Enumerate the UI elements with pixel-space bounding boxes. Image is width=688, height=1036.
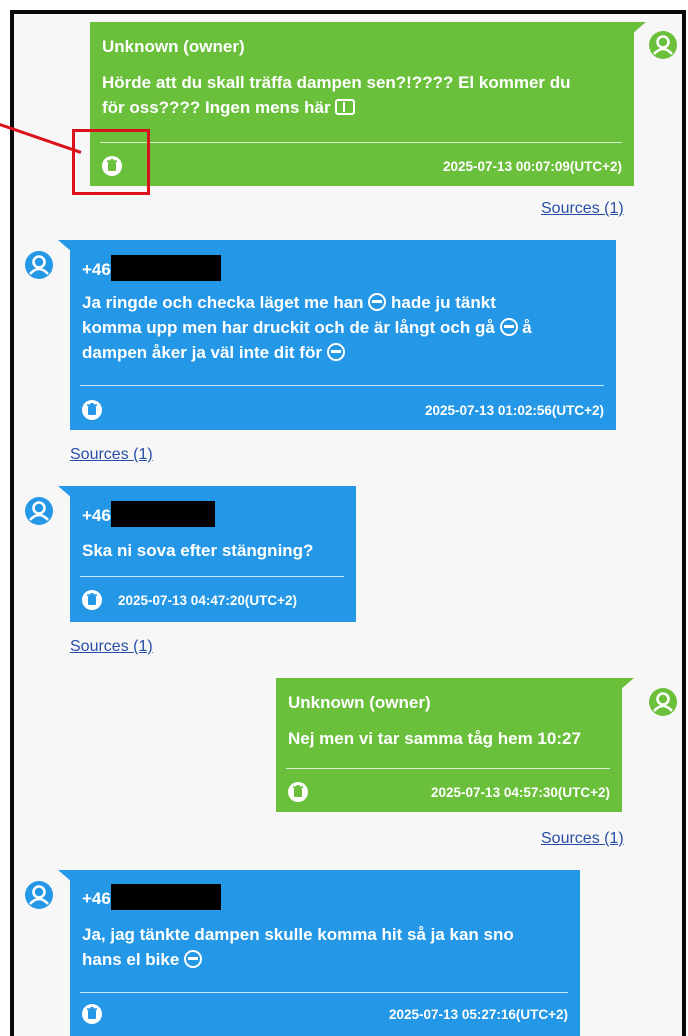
emoji-icon <box>499 318 518 336</box>
owner-avatar-icon <box>648 687 678 717</box>
message-sender: Unknown (owner) <box>288 693 431 712</box>
message-divider <box>80 992 568 993</box>
contact-avatar-icon <box>24 250 54 280</box>
annotation-highlight-box <box>72 129 150 195</box>
contact-avatar-icon <box>24 496 54 526</box>
emoji-icon <box>368 293 387 311</box>
message-text-line: Ja ringde och checka läget me han hade j… <box>82 290 604 315</box>
emoji-icon <box>326 343 345 361</box>
message-text-line: hans el bike <box>82 947 568 972</box>
message-divider <box>100 142 622 143</box>
message-bubble-outgoing: Unknown (owner) Hörde att du skall träff… <box>90 22 634 186</box>
message-text-line: komma upp men har druckit och de är lång… <box>82 315 604 340</box>
contact-avatar-icon <box>24 880 54 910</box>
message-text-line: dampen åker ja väl inte dit för <box>82 340 604 365</box>
message-text-fragment: komma upp men har druckit och de är lång… <box>82 318 495 337</box>
message-sender: +46 <box>82 501 215 527</box>
sender-prefix: +46 <box>82 889 111 908</box>
sources-link[interactable]: Sources (1) <box>70 446 153 464</box>
message-text-fragment: å <box>522 318 532 337</box>
message-text-fragment: för oss???? Ingen mens här <box>102 98 331 117</box>
message-timestamp: 2025-07-13 00:07:09(UTC+2) <box>443 159 622 174</box>
trash-icon[interactable] <box>82 1004 102 1024</box>
message-sender: Unknown (owner) <box>102 37 245 56</box>
book-emoji-icon <box>335 99 356 115</box>
message-text-line: för oss???? Ingen mens här <box>102 95 622 120</box>
sources-link[interactable]: Sources (1) <box>541 830 624 848</box>
message-sender: +46 <box>82 884 221 910</box>
message-text-fragment: Ja ringde och checka läget me han <box>82 293 364 312</box>
message-text-fragment: hans el bike <box>82 950 180 969</box>
message-divider <box>286 768 610 769</box>
message-sender: +46 <box>82 255 221 281</box>
trash-icon[interactable] <box>82 400 102 420</box>
message-timestamp: 2025-07-13 04:57:30(UTC+2) <box>431 785 610 800</box>
message-text-line: Hörde att du skall träffa dampen sen?!??… <box>102 73 571 92</box>
trash-icon[interactable] <box>288 782 308 802</box>
redaction-bar <box>110 255 221 281</box>
message-text-fragment: hade ju tänkt <box>391 293 496 312</box>
message-divider <box>80 576 344 577</box>
message-bubble-incoming: +46 Ska ni sova efter stängning? 2025-07… <box>70 486 356 622</box>
message-timestamp: 2025-07-13 01:02:56(UTC+2) <box>425 403 604 418</box>
message-text-line: Ja, jag tänkte dampen skulle komma hit s… <box>82 925 514 944</box>
message-divider <box>80 385 604 386</box>
bubble-tail <box>620 678 634 690</box>
message-bubble-incoming: +46 Ja ringde och checka läget me han ha… <box>70 240 616 430</box>
message-bubble-incoming: +46 Ja, jag tänkte dampen skulle komma h… <box>70 870 580 1036</box>
emoji-icon <box>184 950 203 968</box>
trash-icon[interactable] <box>82 590 102 610</box>
message-bubble-outgoing: Unknown (owner) Nej men vi tar samma tåg… <box>276 678 622 812</box>
sources-link[interactable]: Sources (1) <box>70 638 153 656</box>
redaction-bar <box>110 501 215 527</box>
message-text: Nej men vi tar samma tåg hem 10:27 <box>288 729 581 748</box>
bubble-tail <box>632 22 646 34</box>
sender-prefix: +46 <box>82 260 111 279</box>
message-text: Ja, jag tänkte dampen skulle komma hit s… <box>82 922 568 972</box>
owner-avatar-icon <box>648 30 678 60</box>
message-text-fragment: dampen åker ja väl inte dit för <box>82 343 322 362</box>
redaction-bar <box>110 884 221 910</box>
message-text: Ska ni sova efter stängning? <box>82 541 314 560</box>
sender-prefix: +46 <box>82 506 111 525</box>
message-timestamp: 2025-07-13 04:47:20(UTC+2) <box>118 593 297 608</box>
message-timestamp: 2025-07-13 05:27:16(UTC+2) <box>389 1007 568 1022</box>
message-text: Ja ringde och checka läget me han hade j… <box>82 290 604 365</box>
message-text: Hörde att du skall träffa dampen sen?!??… <box>102 70 622 120</box>
sources-link[interactable]: Sources (1) <box>541 200 624 218</box>
